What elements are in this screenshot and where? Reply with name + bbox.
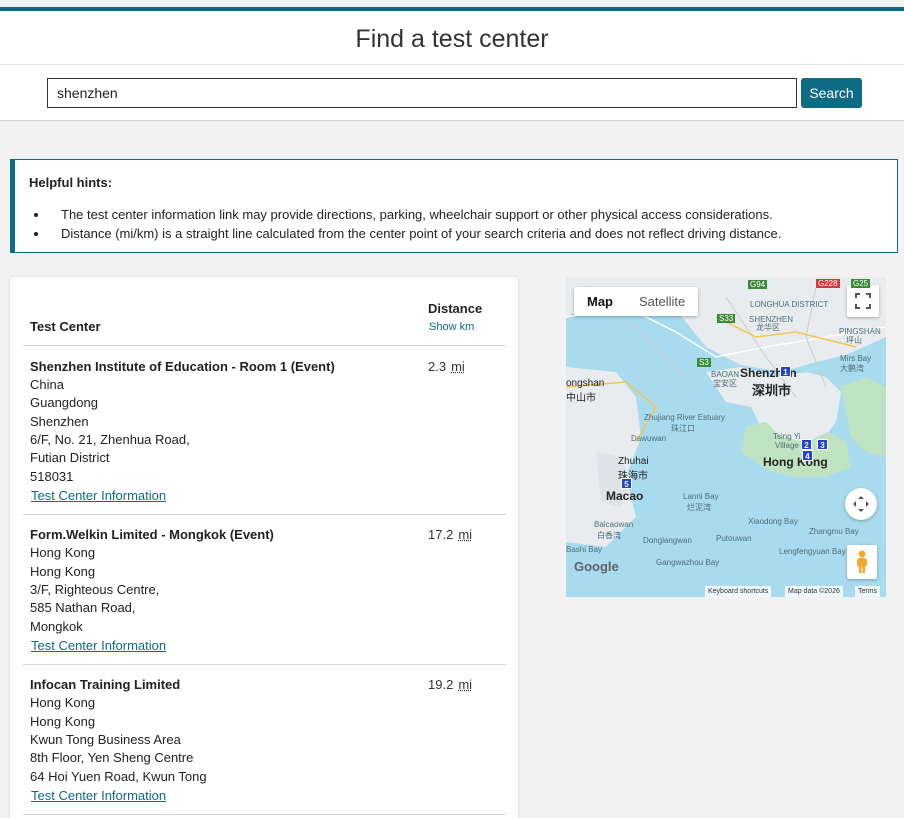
map-label: Tsing Yi xyxy=(773,432,801,441)
results-map[interactable]: Map Satellite G94 G228 G25 S33 S3 LONGHU… xyxy=(566,277,886,597)
search-button[interactable]: Search xyxy=(801,78,862,108)
address-line: Hong Kong xyxy=(30,564,96,579)
road-shield: S33 xyxy=(717,314,736,323)
fullscreen-icon[interactable] xyxy=(847,285,879,317)
keyboard-shortcuts-link[interactable]: Keyboard shortcuts xyxy=(705,586,772,597)
address-line: Guangdong xyxy=(30,395,98,410)
map-label: Donglangwan xyxy=(643,536,692,545)
address-line: Hong Kong xyxy=(30,545,96,560)
map-label: Dawuwan xyxy=(631,434,667,443)
hint-item: Distance (mi/km) is a straight line calc… xyxy=(49,224,889,243)
camera-control-icon[interactable] xyxy=(845,488,877,520)
address-line: Shenzhen xyxy=(30,414,89,429)
map-city-label: Hong Kong xyxy=(763,455,828,469)
distance-value: 2.3 mi xyxy=(428,359,465,374)
results-panel: Test Center Distance Show km Shenzhen In… xyxy=(10,277,518,818)
result-row: Form.Welkin Limited - Mongkok (Event) Ho… xyxy=(23,514,506,664)
address-line: 518031 xyxy=(30,469,74,484)
map-land-east xyxy=(841,377,886,457)
map-label: 龙华区 xyxy=(756,323,780,332)
header-divider xyxy=(0,64,904,65)
road-shield: S3 xyxy=(697,358,711,367)
map-city-label: 深圳市 xyxy=(752,383,792,398)
map-label: 大鹏湾 xyxy=(840,364,864,373)
address-line: 3/F, Righteous Centre, xyxy=(30,582,160,597)
hints-list: The test center information link may pro… xyxy=(49,205,889,243)
map-label: 白香湾 xyxy=(597,531,621,540)
address-line: 64 Hoi Yuen Road, Kwun Tong xyxy=(30,769,207,784)
road-shield: G94 xyxy=(748,280,768,289)
map-label: Xiaodong Bay xyxy=(748,517,798,526)
map-marker[interactable]: 2 xyxy=(801,439,812,450)
hints-title: Helpful hints: xyxy=(29,175,113,190)
map-label: Village xyxy=(775,441,799,450)
distance-unit: mi xyxy=(458,677,473,692)
result-row: Infocan Training Limited Hong Kong Hong … xyxy=(23,664,506,814)
address-line: 585 Nathan Road, xyxy=(30,600,136,615)
map-type-satellite[interactable]: Satellite xyxy=(626,287,698,316)
map-city-label: Macao xyxy=(606,489,644,503)
address-line: Futian District xyxy=(30,450,110,465)
result-row: Shenzhen Institute of Education - Room 1… xyxy=(23,345,506,514)
map-label: Putouwan xyxy=(716,534,752,543)
page-title: Find a test center xyxy=(355,25,549,53)
column-header-test-center: Test Center xyxy=(30,319,101,334)
distance-unit: mi xyxy=(458,527,473,542)
result-row-divider xyxy=(23,814,506,815)
distance-number: 2.3 xyxy=(428,359,447,374)
test-center-info-link[interactable]: Test Center Information xyxy=(31,788,166,803)
distance-number: 17.2 xyxy=(428,527,454,542)
address-line: Hong Kong xyxy=(30,714,96,729)
page-header: Find a test center Search xyxy=(0,11,904,121)
street-view-pegman-icon[interactable] xyxy=(847,545,877,579)
map-label: 坪山 xyxy=(846,336,862,345)
map-label: 烂泥湾 xyxy=(687,503,711,512)
map-label: LONGHUA DISTRICT xyxy=(750,300,829,309)
road-shield: G25 xyxy=(851,279,871,288)
map-city-label: 中山市 xyxy=(566,393,596,404)
map-label: Bashi Bay xyxy=(566,545,603,554)
map-marker[interactable]: 3 xyxy=(817,439,828,450)
map-label: 珠江口 xyxy=(671,424,695,433)
google-logo: Google xyxy=(574,559,619,574)
center-name: Form.Welkin Limited - Mongkok (Event) xyxy=(30,527,274,542)
address-line: China xyxy=(30,377,64,392)
address-line: Mongkok xyxy=(30,619,83,634)
map-city-label: ongshan xyxy=(566,378,605,389)
address-line: 6/F, No. 21, Zhenhua Road, xyxy=(30,432,190,447)
distance-number: 19.2 xyxy=(428,677,454,692)
map-label: Lengfengyuan Bay xyxy=(779,547,846,556)
map-data-attribution: Map data ©2026 xyxy=(785,586,843,597)
address-line: Kwun Tong Business Area xyxy=(30,732,181,747)
address-line: Hong Kong xyxy=(30,695,96,710)
center-name: Infocan Training Limited xyxy=(30,677,181,692)
distance-value: 17.2 mi xyxy=(428,527,472,542)
map-label: Baicaowan xyxy=(594,520,634,529)
address-line: 8th Floor, Yen Sheng Centre xyxy=(30,750,194,765)
map-label: Lanni Bay xyxy=(683,492,719,501)
map-marker[interactable]: 1 xyxy=(780,366,791,377)
hint-item: The test center information link may pro… xyxy=(49,205,889,224)
center-name: Shenzhen Institute of Education - Room 1… xyxy=(30,359,335,374)
test-center-info-link[interactable]: Test Center Information xyxy=(31,488,166,503)
map-type-control: Map Satellite xyxy=(574,287,699,316)
map-label: 宝安区 xyxy=(713,379,737,388)
helpful-hints-box: Helpful hints: The test center informati… xyxy=(10,159,898,253)
show-km-toggle[interactable]: Show km xyxy=(429,321,474,333)
map-marker[interactable]: 4 xyxy=(802,450,813,461)
distance-value: 19.2 mi xyxy=(428,677,472,692)
search-input[interactable] xyxy=(47,78,797,108)
test-center-info-link[interactable]: Test Center Information xyxy=(31,638,166,653)
road-shield: G228 xyxy=(816,279,840,288)
map-city-label: Zhuhai xyxy=(618,456,649,467)
terms-link[interactable]: Terms xyxy=(855,586,881,597)
map-label: Zhangmu Bay xyxy=(809,527,859,536)
column-header-distance: Distance xyxy=(428,301,483,316)
map-label: Mirs Bay xyxy=(840,354,872,363)
map-marker[interactable]: 5 xyxy=(621,478,632,489)
map-label: Gangwazhou Bay xyxy=(656,558,720,567)
map-label: Zhujiang River Estuary xyxy=(644,413,725,422)
distance-unit: mi xyxy=(451,359,465,374)
map-type-map[interactable]: Map xyxy=(574,287,626,316)
